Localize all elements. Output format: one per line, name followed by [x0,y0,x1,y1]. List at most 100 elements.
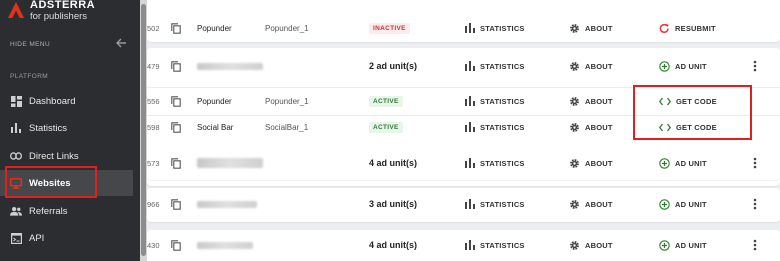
sidebar-item-label: Referrals [29,205,68,217]
sidebar-item-dashboard[interactable]: Dashboard [0,88,133,114]
arrow-left-icon [116,38,126,48]
brand-logo[interactable]: ADSTERRA for publishers [8,0,96,21]
copy-icon[interactable] [171,231,181,259]
add-circle-icon [659,239,670,251]
statistics-label: STATISTICS [480,61,525,71]
copy-icon[interactable] [171,113,181,141]
about-link[interactable]: ABOUT [569,113,613,141]
website-row: 966 3 ad unit(s) STATISTICS ABOUT AD UNI… [147,190,780,218]
gear-icon [569,122,580,133]
add-ad-unit-button[interactable]: AD UNIT [659,231,707,259]
terminal-icon [10,232,22,244]
statistics-link[interactable]: STATISTICS [465,87,525,115]
website-row: 573 4 ad unit(s) STATISTICS ABOUT AD UNI… [147,149,780,177]
website-card: 430 4 ad unit(s) STATISTICS ABOUT AD UNI… [147,230,780,261]
add-ad-unit-button[interactable]: AD UNIT [659,52,707,80]
status-badge: INACTIVE [369,14,410,42]
ad-units-count: 4 ad unit(s) [369,158,418,168]
sidebar-item-label: API [29,232,45,244]
statistics-link[interactable]: STATISTICS [465,14,525,42]
website-id: 479 [147,61,160,71]
status-badge: ACTIVE [369,113,403,141]
add-ad-unit-label: AD UNIT [675,199,707,209]
sidebar-scrollbar[interactable] [140,0,147,261]
placement-name: SocialBar_1 [265,122,309,132]
gear-icon [569,23,580,34]
about-link[interactable]: ABOUT [569,190,613,218]
monitor-icon [10,177,22,189]
bar-chart-icon [465,61,475,71]
get-code-button[interactable]: GET CODE [659,113,717,141]
copy-icon[interactable] [171,52,181,80]
scrollbar-thumb[interactable] [141,4,146,256]
more-options-icon[interactable] [753,231,757,259]
statistics-link[interactable]: STATISTICS [465,113,525,141]
resubmit-label: RESUBMIT [675,23,716,33]
people-icon [10,205,22,217]
website-card: 966 3 ad unit(s) STATISTICS ABOUT AD UNI… [147,188,780,222]
more-options-icon[interactable] [753,149,757,177]
add-ad-unit-button[interactable]: AD UNIT [659,190,707,218]
copy-icon[interactable] [171,149,181,177]
ad-format: Popunder [197,96,232,106]
add-ad-unit-button[interactable]: AD UNIT [659,149,707,177]
resubmit-button[interactable]: RESUBMIT [659,14,716,42]
ad-units-count: 4 ad unit(s) [369,240,418,250]
placement-name: Popunder_1 [265,23,309,33]
website-url-redacted [197,149,263,177]
link-icon [10,150,22,162]
brand-name: ADSTERRA [30,0,96,11]
about-link[interactable]: ABOUT [569,14,613,42]
about-label: ABOUT [585,199,613,209]
about-link[interactable]: ABOUT [569,52,613,80]
statistics-label: STATISTICS [480,122,525,132]
ad-unit-row: 556 Popunder Popunder_1 ACTIVE STATISTIC… [147,87,780,115]
statistics-label: STATISTICS [480,199,525,209]
ad-format: Popunder [197,23,232,33]
refresh-icon [659,23,670,34]
ad-unit-row: 502 Popunder Popunder_1 INACTIVE STATIST… [147,14,780,42]
sidebar-item-websites[interactable]: Websites [0,170,133,196]
bar-chart-icon [465,199,475,209]
sidebar-item-api[interactable]: API [0,225,133,251]
get-code-label: GET CODE [676,96,717,106]
sidebar-item-statistics[interactable]: Statistics [0,115,133,141]
section-label-platform: PLATFORM [10,73,49,80]
statistics-link[interactable]: STATISTICS [465,149,525,177]
hide-menu-toggle[interactable]: HIDE MENU [0,34,135,54]
website-id: 573 [147,158,160,168]
status-badge: ACTIVE [369,87,403,115]
bar-chart-icon [465,240,475,250]
status-badge-label: ACTIVE [369,121,403,133]
sidebar-item-label: Dashboard [29,95,76,107]
more-options-icon[interactable] [753,52,757,80]
about-label: ABOUT [585,158,613,168]
statistics-link[interactable]: STATISTICS [465,231,525,259]
ad-units-count: 3 ad unit(s) [369,199,418,209]
sidebar-item-direct-links[interactable]: Direct Links [0,143,133,169]
copy-icon[interactable] [171,14,181,42]
ad-unit-row: 598 Social Bar SocialBar_1 ACTIVE STATIS… [147,113,780,141]
sidebar-item-label: Statistics [29,122,68,134]
bar-chart-icon [465,23,475,33]
website-row: 430 4 ad unit(s) STATISTICS ABOUT AD UNI… [147,231,780,259]
about-link[interactable]: ABOUT [569,87,613,115]
hide-menu-label: HIDE MENU [10,40,51,48]
sidebar-item-referrals[interactable]: Referrals [0,198,133,224]
unit-id: 502 [147,23,160,33]
adsterra-logo-icon [8,2,24,18]
ad-format: Social Bar [197,122,234,132]
statistics-link[interactable]: STATISTICS [465,52,525,80]
about-link[interactable]: ABOUT [569,149,613,177]
statistics-label: STATISTICS [480,23,525,33]
copy-icon[interactable] [171,190,181,218]
gear-icon [569,61,580,72]
get-code-button[interactable]: GET CODE [659,87,717,115]
about-link[interactable]: ABOUT [569,231,613,259]
more-options-icon[interactable] [753,190,757,218]
placement-name: Popunder_1 [265,96,309,106]
copy-icon[interactable] [171,87,181,115]
bar-chart-icon [10,122,22,134]
about-label: ABOUT [585,96,613,106]
statistics-link[interactable]: STATISTICS [465,190,525,218]
